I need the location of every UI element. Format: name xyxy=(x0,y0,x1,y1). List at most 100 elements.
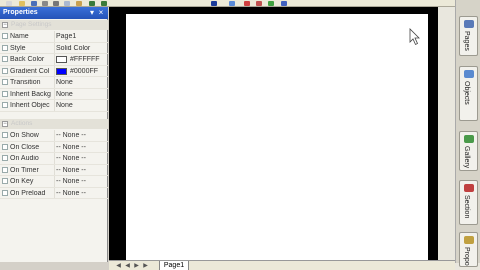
main-toolbar xyxy=(0,0,480,7)
action-icon xyxy=(2,178,8,184)
column-divider xyxy=(54,187,55,198)
property-icon xyxy=(2,67,8,74)
property-row[interactable]: Style Solid Color xyxy=(0,42,108,54)
action-value[interactable]: -- None -- xyxy=(56,155,106,162)
propo-icon xyxy=(464,236,474,244)
property-value[interactable]: Page1 xyxy=(56,33,106,40)
property-name: Transition xyxy=(10,79,41,86)
action-name: On Audio xyxy=(10,155,39,162)
cut-icon[interactable] xyxy=(53,1,59,6)
collapse-icon[interactable]: − xyxy=(2,22,8,28)
section-label-actions: Actions xyxy=(11,120,33,127)
column-divider xyxy=(54,176,55,187)
property-name: Style xyxy=(10,44,26,52)
column-divider xyxy=(54,31,55,42)
undo-icon[interactable] xyxy=(89,1,95,6)
action-icon xyxy=(2,189,8,196)
close-icon[interactable]: × xyxy=(97,8,105,17)
property-row[interactable]: Transition None xyxy=(0,77,108,89)
text-icon[interactable] xyxy=(211,1,217,6)
action-name: On Timer xyxy=(10,166,39,174)
properties-title: Properties xyxy=(3,9,38,16)
color-swatch[interactable] xyxy=(56,56,67,63)
image-icon[interactable] xyxy=(229,1,235,6)
property-icon xyxy=(2,90,8,97)
page-canvas[interactable] xyxy=(126,14,428,262)
property-value[interactable]: #FFFFFF xyxy=(70,56,106,63)
property-row[interactable]: Inherit Backg None xyxy=(0,88,108,100)
section-page-settings[interactable]: − Page Settings xyxy=(0,20,108,30)
property-name: Gradient Col xyxy=(10,67,50,75)
gallery-icon xyxy=(464,135,474,143)
column-divider xyxy=(54,88,55,99)
tab-objects[interactable]: Objects xyxy=(459,66,478,121)
properties-panel: Properties ▾ × − Page Settings Name Page1… xyxy=(0,7,108,262)
color-swatch[interactable] xyxy=(56,67,67,75)
action-name: On Show xyxy=(10,132,39,139)
column-divider xyxy=(54,42,55,53)
action-value[interactable]: -- None -- xyxy=(56,144,106,151)
action-row[interactable]: On Audio -- None -- xyxy=(0,153,108,165)
action-value[interactable]: -- None -- xyxy=(56,190,106,197)
play-icon[interactable] xyxy=(268,1,274,6)
action-row[interactable]: On Preload -- None -- xyxy=(0,187,108,199)
column-divider xyxy=(54,77,55,88)
dock-tab-label: Section xyxy=(463,195,470,219)
tab-section[interactable]: Section xyxy=(459,180,478,225)
tab-propo[interactable]: Propo xyxy=(459,232,478,267)
next-page-icon[interactable]: ▶ xyxy=(133,262,140,270)
last-page-icon[interactable]: ▶ xyxy=(142,262,149,270)
column-divider xyxy=(54,54,55,65)
action-row[interactable]: On Show -- None -- xyxy=(0,130,108,142)
shape-icon[interactable] xyxy=(244,1,250,6)
action-value[interactable]: -- None -- xyxy=(56,178,106,185)
new-icon[interactable] xyxy=(6,1,12,6)
column-divider xyxy=(54,164,55,175)
action-name: On Key xyxy=(10,178,34,185)
open-icon[interactable] xyxy=(19,1,25,6)
property-value[interactable]: None xyxy=(56,102,106,109)
mouse-cursor-icon xyxy=(409,28,420,46)
pin-icon[interactable]: ▾ xyxy=(88,8,96,17)
collapse-icon[interactable]: − xyxy=(2,121,8,127)
redo-icon[interactable] xyxy=(101,1,107,6)
copy-icon[interactable] xyxy=(64,1,70,6)
property-row[interactable]: Gradient Col #0000FF xyxy=(0,65,108,77)
section-actions[interactable]: − Actions xyxy=(0,119,108,129)
dock-tab-strip: Pages Objects Gallery Section Propo xyxy=(455,0,480,267)
action-name: On Close xyxy=(10,143,40,151)
property-value[interactable]: None xyxy=(56,79,106,86)
dock-tab-label: Pages xyxy=(463,31,470,51)
column-divider xyxy=(54,153,55,164)
property-value[interactable]: #0000FF xyxy=(70,68,106,75)
property-value[interactable]: None xyxy=(56,91,106,98)
button-icon[interactable] xyxy=(256,1,262,6)
property-icon xyxy=(2,79,8,85)
action-value[interactable]: -- None -- xyxy=(56,132,106,139)
column-divider xyxy=(54,141,55,152)
property-row[interactable]: Inherit Objec None xyxy=(0,100,108,112)
dock-tab-label: Propo xyxy=(463,247,470,266)
tab-page1[interactable]: Page1 xyxy=(159,261,189,270)
workspace xyxy=(109,7,438,262)
property-icon xyxy=(2,44,8,51)
print-icon[interactable] xyxy=(42,1,48,6)
tab-gallery[interactable]: Gallery xyxy=(459,131,478,171)
action-name: On Preload xyxy=(10,189,46,197)
action-icon xyxy=(2,166,8,173)
action-row[interactable]: On Timer -- None -- xyxy=(0,164,108,176)
property-row[interactable]: Back Color #FFFFFF xyxy=(0,54,108,66)
tab-pages[interactable]: Pages xyxy=(459,16,478,56)
property-name: Name xyxy=(10,33,29,40)
preview-icon[interactable] xyxy=(281,1,287,6)
property-row[interactable]: Name Page1 xyxy=(0,31,108,43)
prev-page-icon[interactable]: ◀ xyxy=(124,262,131,270)
save-icon[interactable] xyxy=(31,1,37,6)
first-page-icon[interactable]: ◀ xyxy=(115,262,122,270)
property-value[interactable]: Solid Color xyxy=(56,45,106,52)
action-row[interactable]: On Close -- None -- xyxy=(0,141,108,153)
action-value[interactable]: -- None -- xyxy=(56,167,106,174)
property-name: Back Color xyxy=(10,56,45,63)
paste-icon[interactable] xyxy=(76,1,82,6)
action-row[interactable]: On Key -- None -- xyxy=(0,176,108,188)
